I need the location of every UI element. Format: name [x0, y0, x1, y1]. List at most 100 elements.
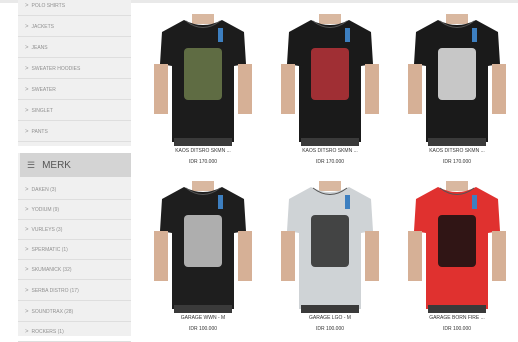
product-card[interactable]: KAOS DITSRO SKMN ... IDR 170.000: [281, 14, 379, 165]
product-price: IDR 170.000: [188, 159, 218, 165]
chevron-right-icon: >: [25, 287, 29, 294]
product-name[interactable]: GARAGE LGO - M: [281, 315, 379, 321]
chevron-right-icon: >: [25, 128, 29, 135]
left-arm: [154, 64, 168, 114]
chevron-right-icon: >: [25, 65, 29, 72]
sidebar-item-label: PANTS: [31, 128, 48, 135]
chevron-right-icon: >: [25, 246, 29, 253]
product-name[interactable]: GARAGE BORN FIRE ...: [408, 315, 506, 321]
shirt-print: [184, 48, 222, 100]
right-arm: [238, 231, 252, 281]
hang-tag: [218, 195, 223, 209]
chevron-right-icon: >: [25, 206, 29, 213]
right-arm: [492, 231, 506, 281]
pants: [301, 138, 359, 146]
chevron-right-icon: >: [25, 308, 29, 315]
chevron-right-icon: >: [25, 107, 29, 114]
pants: [428, 305, 486, 313]
shirt-print: [311, 48, 349, 100]
brand-item-spermatic[interactable]: > SPERMATIC (1): [18, 240, 131, 260]
pants: [174, 138, 232, 146]
chevron-right-icon: >: [25, 226, 29, 233]
product-price: IDR 100.000: [442, 326, 472, 332]
chevron-right-icon: >: [25, 266, 29, 273]
product-name[interactable]: KAOS DITSRO SKMN ...: [154, 148, 252, 154]
hang-tag: [472, 28, 477, 42]
product-price: IDR 170.000: [442, 159, 472, 165]
product-name[interactable]: KAOS DITSRO SKMN ...: [408, 148, 506, 154]
hang-tag: [472, 195, 477, 209]
sidebar-item-sweater[interactable]: > SWEATER: [18, 80, 131, 100]
left-arm: [281, 64, 295, 114]
right-arm: [365, 64, 379, 114]
pants: [428, 138, 486, 146]
sidebar-item-pants[interactable]: > PANTS: [18, 122, 131, 142]
tshirt-image: [281, 181, 379, 313]
sidebar-item-singlet[interactable]: > SINGLET: [18, 101, 131, 121]
tshirt-image: [408, 181, 506, 313]
right-arm: [492, 64, 506, 114]
hang-tag: [345, 195, 350, 209]
product-photo[interactable]: [408, 14, 506, 146]
product-photo[interactable]: [408, 181, 506, 313]
product-name[interactable]: KAOS DITSRO SKMN ...: [281, 148, 379, 154]
sidebar-item-sweater-hoodies[interactable]: > SWEATER HOODIES: [18, 59, 131, 79]
product-card[interactable]: GARAGE BORN FIRE ... IDR 100.000: [408, 181, 506, 332]
sidebar-item-jackets[interactable]: > JACKETS: [18, 17, 131, 37]
left-arm: [408, 64, 422, 114]
neck: [319, 181, 341, 191]
neck: [446, 181, 468, 191]
neck: [192, 181, 214, 191]
product-photo[interactable]: [154, 14, 252, 146]
pants: [174, 305, 232, 313]
right-arm: [365, 231, 379, 281]
section-gap: [18, 146, 131, 153]
merk-header: ☰ MERK: [20, 153, 131, 177]
product-price: IDR 100.000: [315, 326, 345, 332]
brand-item-label: DAKEN (3): [31, 186, 57, 193]
left-arm: [154, 231, 168, 281]
neck: [192, 14, 214, 24]
shirt-print: [184, 215, 222, 267]
pants: [301, 305, 359, 313]
brand-item-label: SOUNDTRAX (28): [31, 308, 74, 315]
tshirt-image: [281, 14, 379, 146]
sidebar-item-label: POLO SHIRTS: [31, 2, 66, 9]
sidebar-item-jeans[interactable]: > JEANS: [18, 38, 131, 58]
brand-item-serba-distro[interactable]: > SERBA DISTRO (17): [18, 281, 131, 301]
brand-item-label: VURLEYS (3): [31, 226, 63, 233]
sidebar: > POLO SHIRTS > JACKETS > JEANS > SWEATER HO…: [18, 0, 131, 342]
product-photo[interactable]: [281, 14, 379, 146]
brand-item-vurleys[interactable]: > VURLEYS (3): [18, 220, 131, 240]
sidebar-item-label: JACKETS: [31, 23, 55, 30]
shirt-print: [438, 215, 476, 267]
sidebar-item-label: SWEATER: [31, 86, 56, 93]
sidebar-item-polo-shirts[interactable]: > POLO SHIRTS: [18, 0, 131, 16]
shirt-print: [311, 215, 349, 267]
product-name[interactable]: GARAGE WWN - M: [154, 315, 252, 321]
product-card[interactable]: KAOS DITSRO SKMN ... IDR 170.000: [408, 14, 506, 165]
product-card[interactable]: KAOS DITSRO SKMN ... IDR 170.000: [154, 14, 252, 165]
chevron-right-icon: >: [25, 44, 29, 51]
product-price: IDR 170.000: [315, 159, 345, 165]
product-photo[interactable]: [281, 181, 379, 313]
brand-item-yodium[interactable]: > YODIUM (9): [18, 200, 131, 220]
left-arm: [408, 231, 422, 281]
brand-item-daken[interactable]: > DAKEN (3): [18, 180, 131, 200]
neck: [446, 14, 468, 24]
brand-item-label: ROCKERS (1): [31, 328, 64, 335]
chevron-right-icon: >: [25, 2, 29, 9]
chevron-right-icon: >: [25, 328, 29, 335]
product-card[interactable]: GARAGE LGO - M IDR 100.000: [281, 181, 379, 332]
product-photo[interactable]: [154, 181, 252, 313]
brand-item-label: SKUMANICK (32): [31, 266, 72, 273]
brand-item-skumanick[interactable]: > SKUMANICK (32): [18, 260, 131, 280]
chevron-right-icon: >: [25, 23, 29, 30]
brand-item-rockers[interactable]: > ROCKERS (1): [18, 322, 131, 342]
brand-item-soundtrax[interactable]: > SOUNDTRAX (28): [18, 302, 131, 322]
tshirt-image: [408, 14, 506, 146]
shirt-print: [438, 48, 476, 100]
product-card[interactable]: GARAGE WWN - M IDR 100.000: [154, 181, 252, 332]
product-price: IDR 100.000: [188, 326, 218, 332]
right-arm: [238, 64, 252, 114]
